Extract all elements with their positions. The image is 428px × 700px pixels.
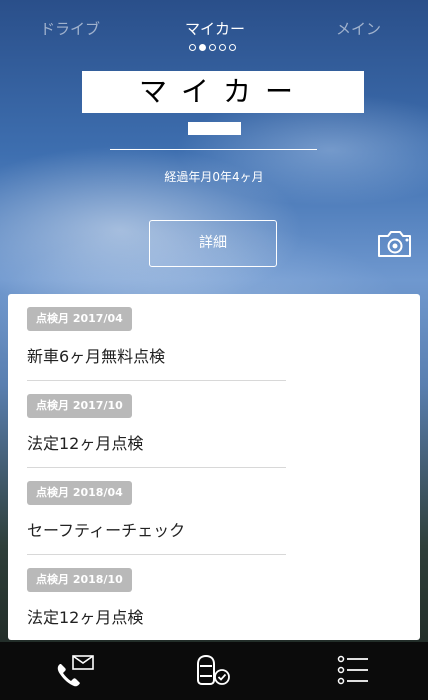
list-menu-icon[interactable] (336, 654, 370, 690)
list-item[interactable]: 点検月 2017/04 新車6ヶ月無料点検 (27, 307, 287, 367)
page-dot (189, 44, 196, 51)
tab-my-car[interactable]: マイカー (185, 18, 245, 39)
inspection-title: 新車6ヶ月無料点検 (27, 347, 166, 366)
list-divider (27, 380, 286, 381)
list-divider (27, 554, 286, 555)
bottom-nav-bar (0, 642, 428, 700)
page-dot-active (199, 44, 206, 51)
inspection-title: 法定12ヶ月点検 (27, 434, 144, 453)
inspection-month-badge: 点検月 2017/10 (27, 394, 132, 418)
inspection-title: セーフティーチェック (27, 521, 186, 540)
phone-mail-icon[interactable] (54, 654, 96, 692)
list-item[interactable]: 点検月 2017/10 法定12ヶ月点検 (27, 394, 287, 454)
page-indicator (189, 44, 236, 51)
inspection-list-card: 点検月 2017/04 新車6ヶ月無料点検 点検月 2017/10 法定12ヶ月… (8, 294, 420, 640)
inspection-title: 法定12ヶ月点検 (27, 608, 144, 627)
page-dot (229, 44, 236, 51)
camera-icon[interactable] (376, 228, 413, 260)
car-check-icon[interactable] (194, 654, 232, 692)
detail-button[interactable]: 詳細 (149, 220, 277, 267)
page-dot (209, 44, 216, 51)
tab-drive[interactable]: ドライブ (40, 18, 100, 39)
car-name: マイカー (82, 71, 364, 113)
page-dot (219, 44, 226, 51)
list-divider (27, 467, 286, 468)
list-item[interactable]: 点検月 2018/10 法定12ヶ月点検 (27, 568, 287, 628)
inspection-month-badge: 点検月 2017/04 (27, 307, 132, 331)
elapsed-period: 経過年月0年4ヶ月 (164, 170, 264, 184)
tab-main[interactable]: メイン (336, 18, 381, 39)
list-item[interactable]: 点検月 2018/04 セーフティーチェック (27, 481, 287, 541)
inspection-month-badge: 点検月 2018/10 (27, 568, 132, 592)
top-tab-bar: ドライブ マイカー メイン (0, 18, 428, 42)
header-divider (110, 149, 317, 150)
inspection-month-badge: 点検月 2018/04 (27, 481, 132, 505)
car-subtitle-placeholder (188, 122, 241, 135)
